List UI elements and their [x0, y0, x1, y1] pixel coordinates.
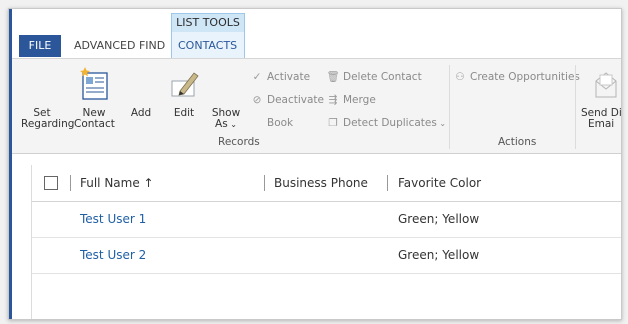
set-regarding-label-2: Regarding [21, 118, 75, 130]
edit-label: Edit [173, 107, 195, 119]
column-divider [70, 175, 71, 191]
show-as-button[interactable]: Show As ⌄ [210, 59, 242, 130]
activate-label: Activate [267, 71, 311, 83]
column-divider [387, 175, 388, 191]
create-opportunities-icon: ⚇ [455, 71, 465, 83]
table-row[interactable]: Test User 2 Green; Yellow [32, 238, 621, 274]
new-contact-icon [80, 67, 108, 100]
dropdown-chevron-icon: ⌄ [227, 120, 237, 129]
column-header-favorite-color[interactable]: Favorite Color [398, 165, 481, 201]
column-divider [264, 175, 265, 191]
ribbon-group-divider [449, 65, 450, 149]
tab-file[interactable]: FILE [19, 35, 61, 57]
show-as-label-2: As [215, 118, 228, 130]
create-opportunities-label: Create Opportunities [470, 71, 580, 83]
email-icon [595, 72, 617, 98]
add-label: Add [130, 107, 152, 119]
trash-icon: 🗑 [326, 71, 340, 83]
deactivate-label: Deactivate [267, 94, 325, 106]
detect-duplicates-icon: ❐ [328, 117, 338, 129]
deactivate-icon: ⊘ [252, 94, 262, 106]
new-contact-label-2: Contact [74, 118, 115, 130]
deactivate-button[interactable]: ⊘ Deactivate [250, 91, 324, 109]
add-button[interactable]: Add [126, 59, 156, 119]
edit-pencil-icon [171, 72, 199, 97]
column-header-full-name[interactable]: Full Name ↑ [80, 165, 154, 201]
delete-contact-label: Delete Contact [343, 71, 422, 83]
favorite-color-cell: Green; Yellow [398, 212, 480, 226]
edit-button[interactable]: Edit [168, 59, 200, 119]
delete-contact-button[interactable]: 🗑 Delete Contact [326, 68, 422, 86]
merge-button[interactable]: ⇶ Merge [326, 91, 376, 109]
actions-group-label: Actions [498, 136, 537, 148]
new-contact-button[interactable]: New Contact [74, 59, 115, 130]
book-button[interactable]: Book [267, 114, 293, 132]
list-tools-title: LIST TOOLS [172, 14, 244, 32]
ribbon: Set Regarding New Contact Add Edit Show … [12, 58, 621, 154]
activate-button[interactable]: ✓ Activate [250, 68, 310, 86]
favorite-color-cell: Green; Yellow [398, 248, 480, 262]
detect-duplicates-button[interactable]: ❐ Detect Duplicates ⌄ [326, 114, 446, 132]
column-header-business-phone[interactable]: Business Phone [274, 165, 368, 201]
ribbon-group-divider [575, 65, 576, 149]
send-direct-email-button[interactable]: Send Di Emai [578, 59, 621, 130]
merge-icon: ⇶ [328, 94, 338, 106]
book-label: Book [267, 117, 294, 129]
send-direct-email-label-2: Emai [588, 118, 615, 130]
create-opportunities-button[interactable]: ⚇ Create Opportunities [453, 68, 580, 86]
tab-advanced-find[interactable]: ADVANCED FIND [74, 35, 165, 57]
tab-contacts[interactable]: CONTACTS [178, 35, 237, 57]
contacts-grid: Full Name ↑ Business Phone Favorite Colo… [31, 165, 621, 319]
detect-duplicates-label: Detect Duplicates [343, 117, 437, 129]
grid-header: Full Name ↑ Business Phone Favorite Colo… [32, 165, 621, 202]
set-regarding-button[interactable]: Set Regarding [21, 59, 75, 130]
full-name-link[interactable]: Test User 2 [80, 238, 146, 273]
records-group-label: Records [218, 136, 260, 148]
app-window: LIST TOOLS FILE ADVANCED FIND CONTACTS S… [8, 8, 622, 320]
full-name-link[interactable]: Test User 1 [80, 202, 146, 237]
merge-label: Merge [343, 94, 376, 106]
table-row[interactable]: Test User 1 Green; Yellow [32, 202, 621, 238]
select-all-checkbox[interactable] [44, 176, 58, 190]
ribbon-tab-row: LIST TOOLS FILE ADVANCED FIND CONTACTS [12, 9, 621, 58]
dropdown-chevron-icon: ⌄ [436, 119, 447, 128]
checkmark-icon: ✓ [252, 71, 262, 83]
